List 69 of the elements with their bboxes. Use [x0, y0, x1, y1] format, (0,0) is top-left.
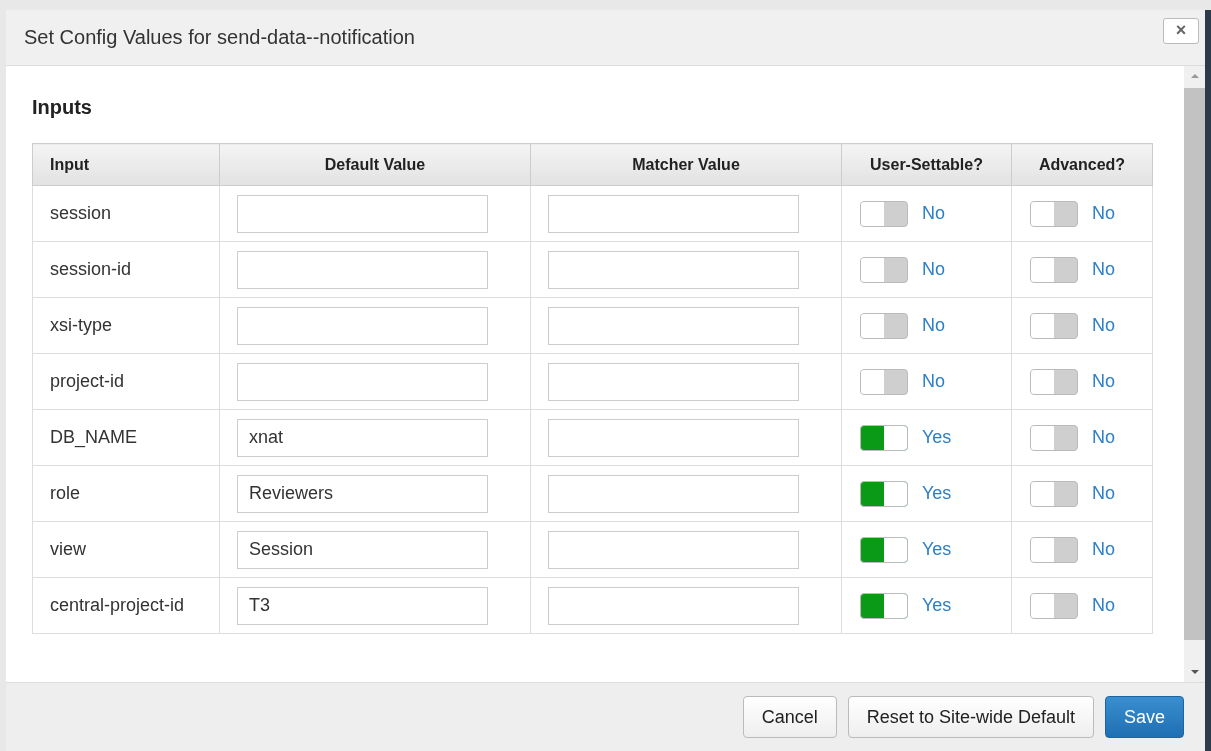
- toggle-switch[interactable]: [1030, 312, 1078, 339]
- toggle-switch[interactable]: [860, 424, 908, 451]
- toggle-label: Yes: [922, 483, 952, 504]
- toggle-label: Yes: [922, 595, 952, 616]
- input-name-cell: role: [32, 465, 220, 522]
- default-value-field[interactable]: [237, 362, 488, 401]
- default-value-field[interactable]: [237, 194, 488, 233]
- toggle-switch[interactable]: [860, 312, 908, 339]
- default-value-field[interactable]: Session: [237, 530, 488, 569]
- toggle-switch[interactable]: [860, 368, 908, 395]
- toggle-label: No: [1092, 427, 1115, 448]
- toggle-label: Yes: [922, 427, 952, 448]
- matcher-value-field[interactable]: [548, 418, 799, 457]
- scroll-down-icon[interactable]: [1189, 668, 1200, 676]
- toggle-switch[interactable]: [1030, 256, 1078, 283]
- toggle-label: No: [922, 203, 945, 224]
- default-value-field[interactable]: [237, 306, 488, 345]
- toggle-switch[interactable]: [1030, 424, 1078, 451]
- input-name-cell: session-id: [32, 241, 220, 298]
- toggle-label: No: [1092, 371, 1115, 392]
- toggle-switch[interactable]: [1030, 536, 1078, 563]
- toggle-label: No: [922, 371, 945, 392]
- toggle-label: Yes: [922, 539, 952, 560]
- matcher-value-field[interactable]: [548, 530, 799, 569]
- default-value-field[interactable]: xnat: [237, 418, 488, 457]
- input-name-cell: xsi-type: [32, 297, 220, 354]
- dialog-title: Set Config Values for send-data--notification: [24, 26, 415, 49]
- toggle-label: No: [922, 315, 945, 336]
- input-name-cell: DB_NAME: [32, 409, 220, 466]
- input-name-cell: project-id: [32, 353, 220, 410]
- toggle-switch[interactable]: [1030, 200, 1078, 227]
- matcher-value-field[interactable]: [548, 306, 799, 345]
- section-heading: Inputs: [32, 96, 93, 119]
- column-header: Matcher Value: [530, 143, 842, 186]
- scroll-up-icon[interactable]: [1189, 72, 1200, 80]
- toggle-switch[interactable]: [860, 480, 908, 507]
- column-header: Default Value: [219, 143, 531, 186]
- input-name-cell: session: [32, 185, 220, 242]
- default-value-field[interactable]: [237, 250, 488, 289]
- toggle-switch[interactable]: [860, 536, 908, 563]
- toggle-label: No: [1092, 595, 1115, 616]
- toggle-switch[interactable]: [860, 592, 908, 619]
- default-value-field[interactable]: Reviewers: [237, 474, 488, 513]
- footer-button[interactable]: Reset to Site-wide Default: [847, 696, 1094, 738]
- close-button[interactable]: ×: [1163, 17, 1199, 44]
- toggle-label: No: [1092, 203, 1115, 224]
- matcher-value-field[interactable]: [548, 362, 799, 401]
- column-header: Input: [32, 143, 220, 186]
- toggle-label: No: [1092, 315, 1115, 336]
- default-value-field[interactable]: T3: [237, 586, 488, 625]
- toggle-label: No: [1092, 259, 1115, 280]
- toggle-switch[interactable]: [860, 200, 908, 227]
- input-name-cell: central-project-id: [32, 577, 220, 634]
- matcher-value-field[interactable]: [548, 586, 799, 625]
- input-name-cell: view: [32, 521, 220, 578]
- toggle-switch[interactable]: [1030, 592, 1078, 619]
- toggle-switch[interactable]: [1030, 480, 1078, 507]
- toggle-switch[interactable]: [1030, 368, 1078, 395]
- footer-button[interactable]: Save: [1104, 696, 1184, 738]
- toggle-label: No: [922, 259, 945, 280]
- column-header: Advanced?: [1011, 143, 1153, 186]
- toggle-switch[interactable]: [860, 256, 908, 283]
- footer-button[interactable]: Cancel: [742, 696, 837, 738]
- matcher-value-field[interactable]: [548, 474, 799, 513]
- toggle-label: No: [1092, 539, 1115, 560]
- matcher-value-field[interactable]: [548, 194, 799, 233]
- column-header: User-Settable?: [841, 143, 1012, 186]
- matcher-value-field[interactable]: [548, 250, 799, 289]
- toggle-label: No: [1092, 483, 1115, 504]
